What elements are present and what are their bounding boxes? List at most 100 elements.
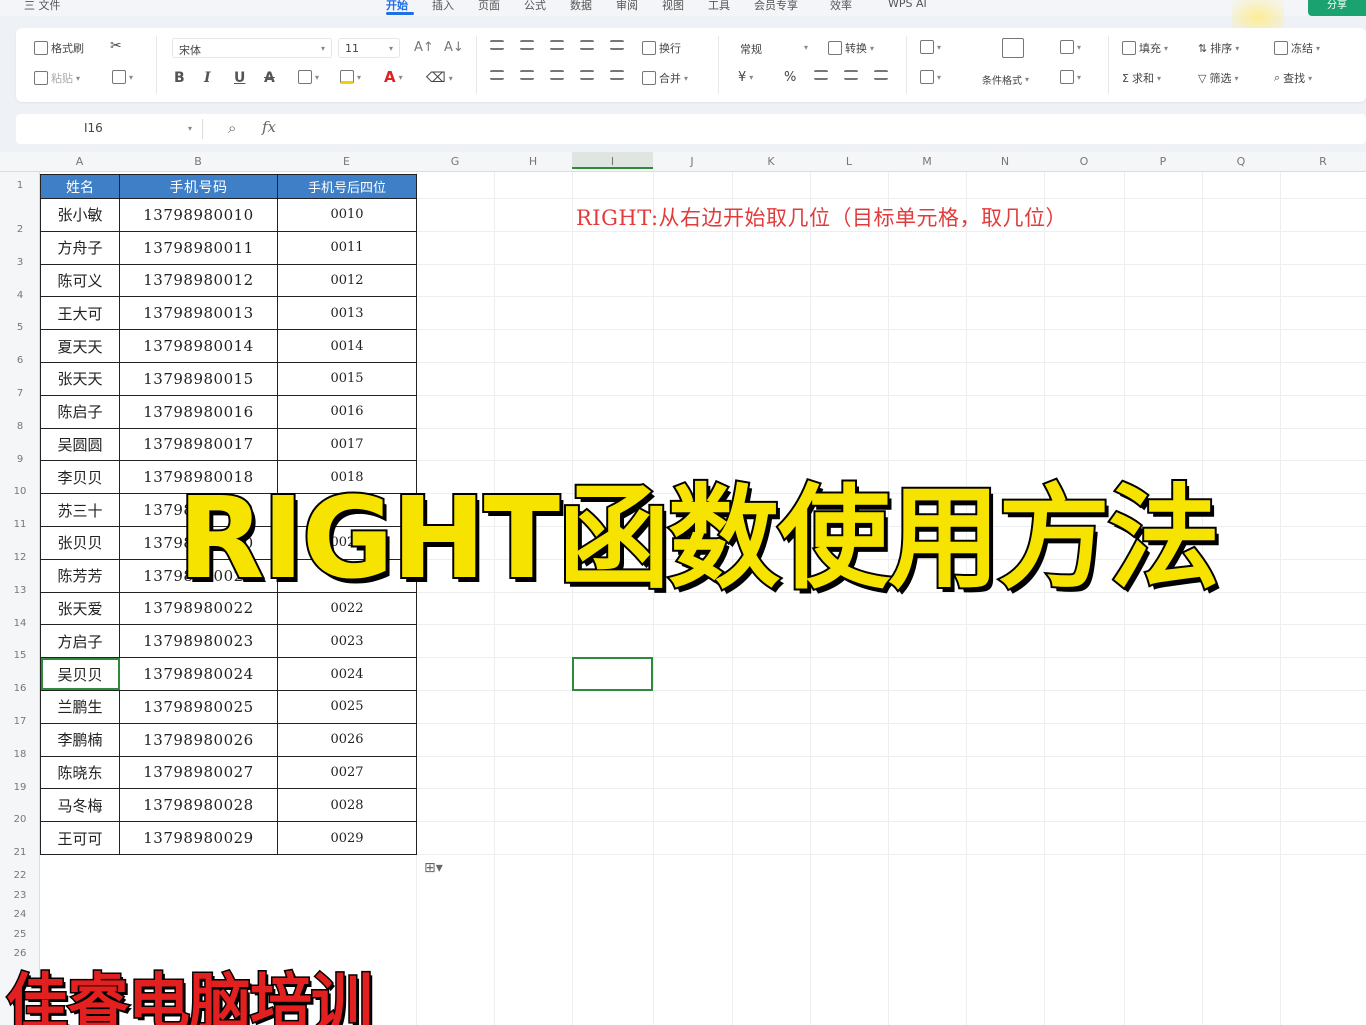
- name-cell[interactable]: 陈芳芳: [40, 558, 120, 593]
- phone-cell[interactable]: 13798980014: [119, 329, 278, 363]
- name-cell[interactable]: 张天爱: [40, 591, 120, 626]
- header-phone[interactable]: 手机号码: [119, 174, 278, 199]
- fill-color-button[interactable]: ▾: [340, 70, 361, 84]
- name-cell[interactable]: 方舟子: [40, 230, 120, 265]
- column-header[interactable]: O: [1044, 155, 1124, 168]
- row-header[interactable]: 23: [0, 890, 40, 901]
- last-four-cell[interactable]: 0028: [277, 788, 417, 823]
- last-four-cell[interactable]: 0016: [277, 394, 417, 429]
- merge-button[interactable]: 合并 ▾: [642, 70, 688, 86]
- last-four-cell[interactable]: 0015: [277, 361, 417, 396]
- justify-button[interactable]: [580, 70, 594, 80]
- thousands-button[interactable]: [814, 70, 828, 80]
- column-header[interactable]: K: [732, 155, 810, 168]
- menu-tab[interactable]: 公式: [524, 0, 546, 13]
- decrease-font-button[interactable]: A↓: [444, 40, 464, 55]
- name-box[interactable]: I16 ▾: [16, 117, 192, 141]
- header-name[interactable]: 姓名: [40, 174, 120, 199]
- phone-cell[interactable]: 13798980024: [119, 657, 278, 691]
- phone-cell[interactable]: 13798980027: [119, 755, 278, 790]
- filter-button[interactable]: ▽ 筛选 ▾: [1198, 70, 1238, 86]
- row-header[interactable]: 20: [0, 814, 40, 825]
- name-cell[interactable]: 陈启子: [40, 394, 120, 429]
- align-center-button[interactable]: [520, 70, 534, 80]
- phone-cell[interactable]: 13798980016: [119, 394, 278, 429]
- menu-tab[interactable]: 三 文件: [24, 0, 61, 13]
- row-header[interactable]: 8: [0, 421, 40, 432]
- name-cell[interactable]: 吴圆圆: [40, 427, 120, 462]
- column-header[interactable]: L: [810, 155, 888, 168]
- copy-button[interactable]: ▾: [112, 70, 133, 84]
- font-color-button[interactable]: A ▾: [384, 68, 403, 86]
- paste-options-icon[interactable]: ⊞▾: [424, 860, 443, 876]
- name-cell[interactable]: 王大可: [40, 296, 120, 331]
- menu-tab[interactable]: 审阅: [616, 0, 638, 13]
- name-cell[interactable]: 马冬梅: [40, 788, 120, 823]
- menu-tab[interactable]: 会员专享: [754, 0, 798, 13]
- zoom-icon[interactable]: ⌕: [228, 119, 236, 137]
- column-header[interactable]: A: [40, 155, 119, 168]
- cut-button[interactable]: ✂: [110, 38, 122, 54]
- menu-tab[interactable]: 工具: [708, 0, 730, 13]
- align-left-button[interactable]: [490, 70, 504, 80]
- row-header[interactable]: 10: [0, 486, 40, 497]
- column-header[interactable]: M: [888, 155, 966, 168]
- align-top-button[interactable]: [490, 40, 504, 50]
- phone-cell[interactable]: 13798980010: [119, 198, 278, 232]
- font-size-select[interactable]: 11 ▾: [338, 38, 400, 58]
- last-four-cell[interactable]: 0025: [277, 689, 417, 724]
- clear-button[interactable]: ⌫ ▾: [426, 70, 453, 86]
- column-header[interactable]: G: [416, 155, 494, 168]
- phone-cell[interactable]: 13798980012: [119, 263, 278, 298]
- last-four-cell[interactable]: 0029: [277, 821, 417, 855]
- row-header[interactable]: 22: [0, 870, 40, 881]
- header-last-four[interactable]: 手机号后四位: [277, 174, 417, 199]
- phone-cell[interactable]: 13798980023: [119, 624, 278, 659]
- indent-decrease-button[interactable]: [580, 40, 594, 50]
- phone-cell[interactable]: 13798980013: [119, 296, 278, 331]
- name-cell[interactable]: 张小敏: [40, 198, 120, 232]
- name-cell[interactable]: 夏天天: [40, 329, 120, 363]
- row-header[interactable]: 25: [0, 929, 40, 940]
- percent-button[interactable]: %: [784, 70, 796, 85]
- column-header[interactable]: I: [572, 152, 653, 169]
- paste-button[interactable]: 粘贴 ▾: [34, 70, 80, 86]
- row-header[interactable]: 4: [0, 290, 40, 301]
- find-button[interactable]: ⌕ 查找 ▾: [1274, 70, 1312, 86]
- menu-tab[interactable]: WPS AI: [888, 0, 927, 10]
- bold-button[interactable]: B: [174, 70, 185, 86]
- name-cell[interactable]: 方启子: [40, 624, 120, 659]
- number-format-select[interactable]: 常规 ▾: [734, 38, 814, 58]
- name-cell[interactable]: 陈可义: [40, 263, 120, 298]
- row-header[interactable]: 9: [0, 454, 40, 465]
- column-header[interactable]: P: [1124, 155, 1202, 168]
- row-header[interactable]: 3: [0, 257, 40, 268]
- row-col-button[interactable]: ▾: [920, 40, 941, 54]
- last-four-cell[interactable]: 0011: [277, 230, 417, 265]
- worksheet-button[interactable]: ▾: [920, 70, 941, 84]
- last-four-cell[interactable]: 0027: [277, 755, 417, 790]
- menu-tab[interactable]: 页面: [478, 0, 500, 13]
- row-header[interactable]: 14: [0, 618, 40, 629]
- share-button[interactable]: 分享: [1308, 0, 1366, 16]
- menu-tab[interactable]: 视图: [662, 0, 684, 13]
- last-four-cell[interactable]: 0014: [277, 329, 417, 363]
- last-four-cell[interactable]: 0024: [277, 657, 417, 691]
- last-four-cell[interactable]: 0013: [277, 296, 417, 331]
- column-header[interactable]: E: [277, 155, 416, 168]
- fill-button[interactable]: 填充 ▾: [1122, 40, 1168, 56]
- last-four-cell[interactable]: 0026: [277, 722, 417, 757]
- column-header[interactable]: R: [1280, 155, 1366, 168]
- name-cell[interactable]: 吴贝贝: [40, 657, 120, 691]
- conditional-format-button[interactable]: [1002, 38, 1024, 58]
- row-header[interactable]: 24: [0, 909, 40, 920]
- column-header[interactable]: Q: [1202, 155, 1280, 168]
- sum-button[interactable]: Σ 求和 ▾: [1122, 70, 1161, 86]
- row-header[interactable]: 19: [0, 782, 40, 793]
- phone-cell[interactable]: 13798980026: [119, 722, 278, 757]
- row-header[interactable]: 5: [0, 322, 40, 333]
- underline-button[interactable]: U: [234, 70, 245, 86]
- font-name-select[interactable]: 宋体 ▾: [172, 38, 332, 58]
- menu-tab[interactable]: 数据: [570, 0, 592, 13]
- italic-button[interactable]: I: [204, 70, 211, 86]
